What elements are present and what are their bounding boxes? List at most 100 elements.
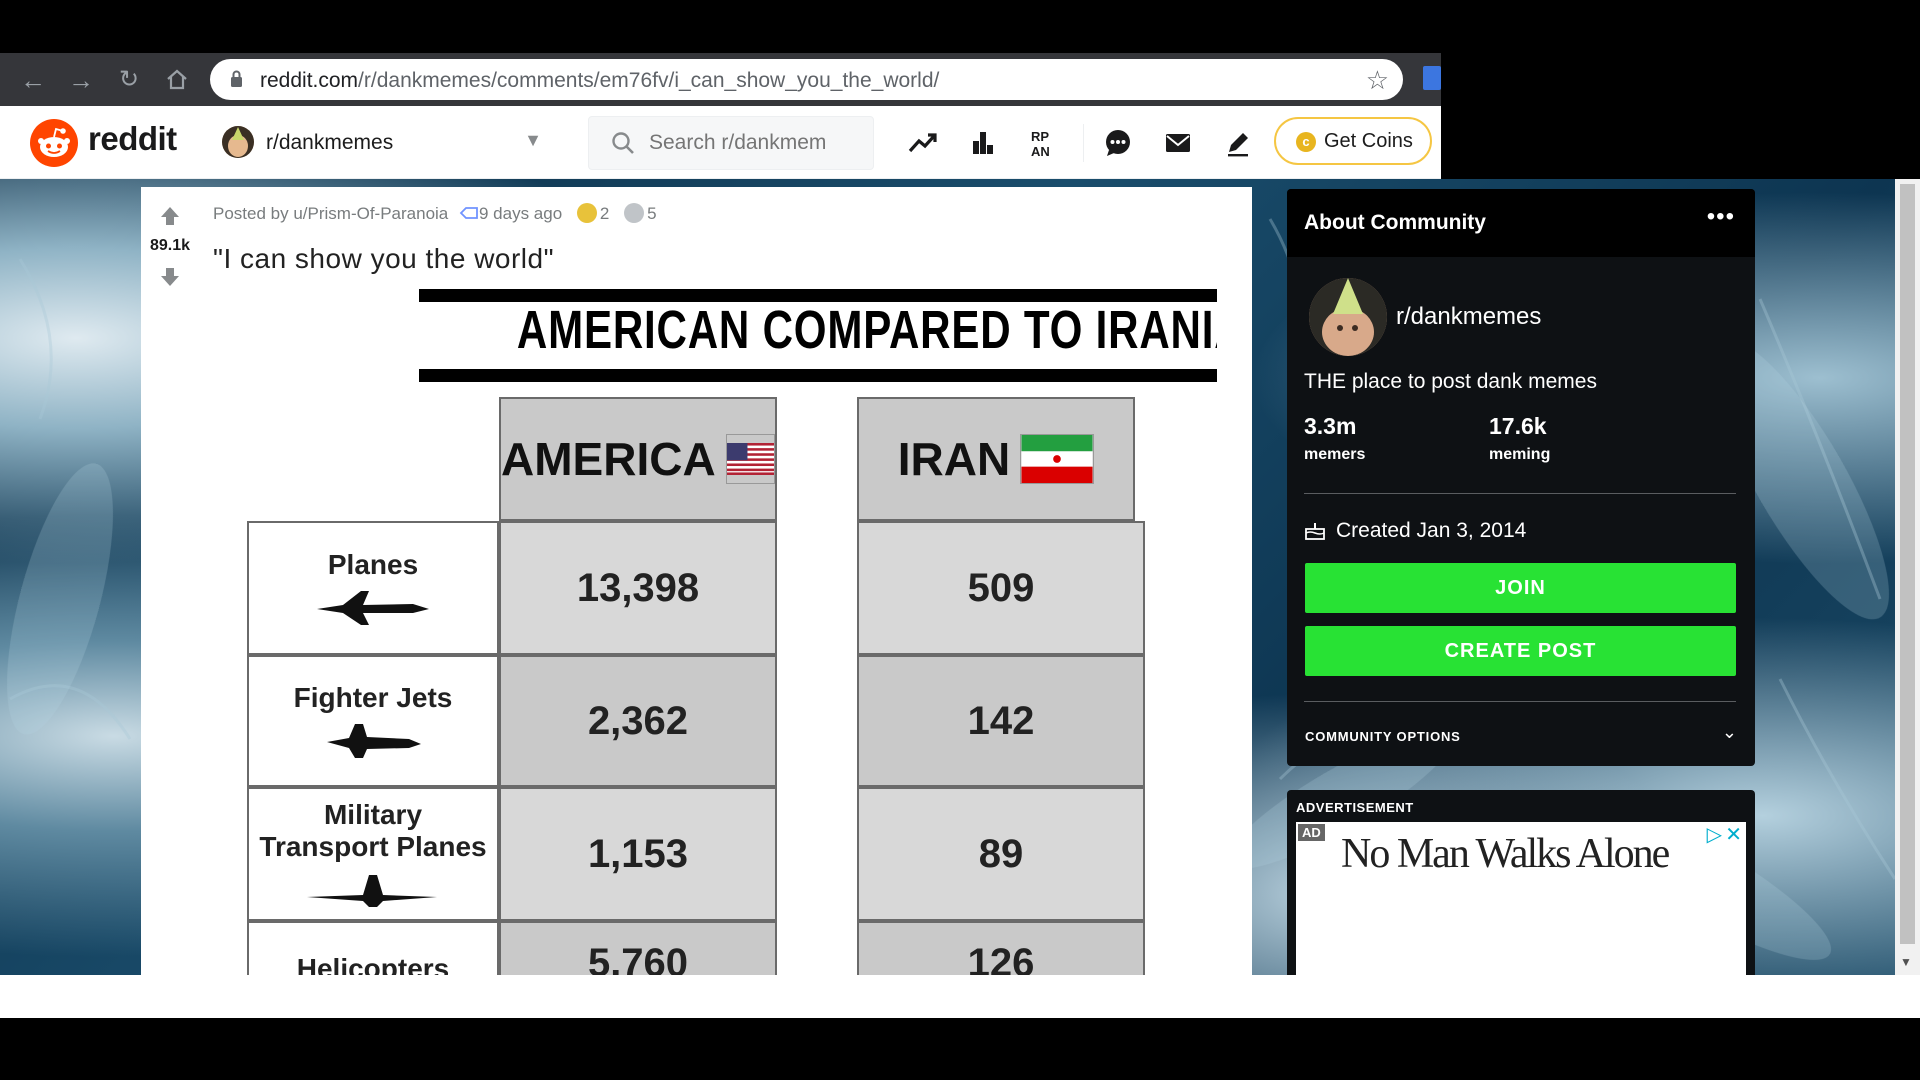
- svg-text:RP: RP: [1031, 129, 1049, 144]
- award-count: 2: [599, 204, 610, 223]
- meme-header-iran: IRAN: [857, 397, 1135, 521]
- chevron-down-icon[interactable]: ⌄: [1722, 722, 1737, 743]
- ad-creative[interactable]: AD No Man Walks Alone ▷ ✕: [1296, 822, 1746, 975]
- chat-icon[interactable]: [1101, 126, 1135, 160]
- meme-cell-iran: 142: [857, 655, 1145, 787]
- ad-text[interactable]: No Man Walks Alone: [1341, 830, 1670, 878]
- community-name[interactable]: r/dankmemes: [1396, 303, 1541, 331]
- reddit-header: reddit r/dankmemes ▼ RPAN c Get Coins: [0, 106, 1441, 179]
- post-card[interactable]: 89.1k Posted by u/Prism-Of-Paranoia 9 da…: [141, 187, 1252, 975]
- create-post-button[interactable]: CREATE POST: [1305, 626, 1736, 676]
- advertisement-widget: ADVERTISEMENT AD No Man Walks Alone ▷ ✕: [1287, 790, 1755, 975]
- scrollbar-thumb[interactable]: [1900, 184, 1915, 944]
- join-button[interactable]: JOIN: [1305, 563, 1736, 613]
- meme-cell-america: 2,362: [499, 655, 777, 787]
- screen: ← → ↻ reddit.com/r/dankmemes/comments/em…: [0, 0, 1920, 1080]
- meme-cell-iran: 89: [857, 787, 1145, 921]
- about-community-widget: About Community ••• r/dankmemes THE plac…: [1287, 189, 1755, 766]
- chevron-down-icon: ▼: [524, 130, 542, 150]
- close-icon[interactable]: ✕: [1725, 822, 1742, 847]
- scroll-down-arrow-icon[interactable]: ▼: [1900, 955, 1912, 969]
- award-count: 5: [647, 204, 657, 223]
- community-options-label[interactable]: COMMUNITY OPTIONS: [1305, 729, 1461, 744]
- back-icon[interactable]: ←: [18, 65, 48, 95]
- transport-plane-icon: [307, 875, 437, 908]
- svg-text:AN: AN: [1031, 144, 1050, 159]
- rpan-icon[interactable]: RPAN: [1027, 126, 1061, 160]
- about-header: About Community •••: [1287, 189, 1755, 257]
- tag-icon: [459, 207, 478, 219]
- search-icon: [612, 132, 634, 154]
- members-label: memers: [1304, 446, 1366, 463]
- lock-icon: [231, 70, 242, 87]
- plane-icon: [317, 591, 429, 626]
- post-time[interactable]: 9 days ago: [479, 204, 562, 223]
- meme-heading: AMERICAN COMPARED TO IRANIAN AIRFORCE: [516, 300, 1217, 360]
- row-label-text: Fighter Jets: [293, 681, 453, 713]
- iran-flag-icon: [1020, 434, 1095, 484]
- search-box[interactable]: [588, 116, 874, 170]
- get-coins-button[interactable]: c Get Coins: [1274, 117, 1432, 165]
- meme-cell-america: 13,398: [499, 521, 777, 655]
- trending-icon[interactable]: [906, 126, 940, 160]
- silver-award-icon[interactable]: [624, 203, 645, 223]
- ad-label: ADVERTISEMENT: [1296, 800, 1414, 815]
- about-title: About Community: [1304, 211, 1486, 234]
- get-coins-label: Get Coins: [1324, 130, 1413, 152]
- america-label: AMERICA: [501, 433, 716, 485]
- award-icon[interactable]: [576, 203, 597, 223]
- meme-header-america: AMERICA: [499, 397, 777, 521]
- meme-row-label: Helicopters: [247, 921, 499, 975]
- home-icon[interactable]: [162, 65, 192, 95]
- meme-bottom-bar: [419, 369, 1217, 382]
- created-text: Created Jan 3, 2014: [1336, 519, 1527, 542]
- community-selector-label: r/dankmemes: [266, 131, 394, 154]
- community-avatar: [222, 126, 254, 158]
- community-description: THE place to post dank memes: [1304, 370, 1597, 393]
- meme-row-label: Fighter Jets: [247, 655, 499, 787]
- mail-icon[interactable]: [1161, 126, 1195, 160]
- online-count: 17.6k: [1489, 413, 1547, 439]
- meme-row-label: Military Transport Planes: [247, 787, 499, 921]
- post-title[interactable]: "I can show you the world": [213, 243, 554, 275]
- extension-icon[interactable]: [1423, 66, 1441, 90]
- online-stat: 17.6k meming: [1489, 413, 1550, 464]
- meme-cell-america: 5,760: [499, 921, 777, 975]
- members-stat: 3.3m memers: [1304, 413, 1365, 464]
- header-divider: [1083, 124, 1084, 162]
- meme-row-label: Planes: [247, 521, 499, 655]
- reddit-wordmark[interactable]: reddit: [88, 120, 177, 158]
- forward-icon[interactable]: →: [66, 65, 96, 95]
- leaderboard-icon[interactable]: [966, 126, 1000, 160]
- row-label-text: Planes: [327, 548, 419, 580]
- row-label-text: Transport Planes: [259, 831, 487, 862]
- downvote-arrow-icon[interactable]: [158, 265, 182, 289]
- post-author[interactable]: Posted by u/Prism-Of-Paranoia: [213, 204, 448, 223]
- ad-tag: AD: [1298, 824, 1325, 841]
- created-date: Created Jan 3, 2014: [1304, 519, 1526, 543]
- address-bar[interactable]: reddit.com/r/dankmemes/comments/em76fv/i…: [210, 59, 1403, 100]
- community-selector[interactable]: r/dankmemes ▼: [220, 124, 542, 162]
- iran-label: IRAN: [897, 433, 1011, 485]
- bookmark-star-icon[interactable]: ☆: [1366, 65, 1389, 96]
- adchoices-icon[interactable]: ▷: [1707, 822, 1722, 847]
- upvote-arrow-icon[interactable]: [158, 204, 182, 228]
- meme-cell-iran: 509: [857, 521, 1145, 655]
- members-count: 3.3m: [1304, 413, 1357, 439]
- search-input[interactable]: [649, 131, 859, 155]
- create-post-icon[interactable]: [1221, 126, 1255, 160]
- community-avatar-large: [1309, 278, 1387, 356]
- post-meta: Posted by u/Prism-Of-Paranoia 9 days ago…: [213, 203, 657, 224]
- reload-icon[interactable]: ↻: [114, 65, 144, 95]
- vote-column: 89.1k: [141, 187, 199, 975]
- reddit-logo-icon[interactable]: [30, 119, 78, 167]
- vote-score: 89.1k: [149, 237, 191, 254]
- url-text: reddit.com/r/dankmemes/comments/em76fv/i…: [260, 69, 940, 92]
- us-flag-icon: [725, 434, 775, 484]
- more-options-icon[interactable]: •••: [1707, 203, 1735, 231]
- meme-cell-iran: 126: [857, 921, 1145, 975]
- online-label: meming: [1489, 446, 1551, 463]
- post-image[interactable]: AMERICAN COMPARED TO IRANIAN AIRFORCE AM…: [247, 287, 1217, 975]
- fighter-jet-icon: [327, 724, 421, 759]
- cake-icon: [1305, 523, 1325, 540]
